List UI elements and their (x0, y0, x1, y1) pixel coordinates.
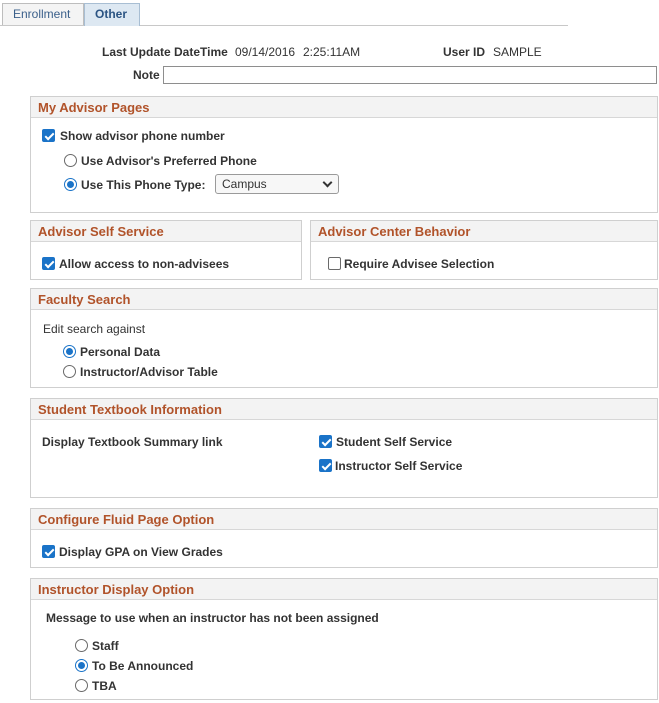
student-self-service-label: Student Self Service (336, 435, 453, 449)
phone-type-value: Campus (222, 177, 267, 191)
allow-non-advisees-label: Allow access to non-advisees (59, 257, 230, 271)
display-textbook-label: Display Textbook Summary link (42, 435, 223, 449)
phone-type-radio[interactable] (64, 178, 77, 191)
display-gpa-label: Display GPA on View Grades (59, 545, 223, 559)
tab-enrollment[interactable]: Enrollment (2, 3, 84, 25)
staff-label: Staff (92, 639, 119, 653)
allow-non-advisees-checkbox[interactable] (42, 257, 55, 270)
instructor-message-label: Message to use when an instructor has no… (46, 611, 379, 625)
phone-type-label: Use This Phone Type: (81, 178, 206, 192)
user-id-label: User ID (443, 45, 486, 59)
section-title: Student Textbook Information (31, 399, 657, 420)
tba-radio[interactable] (75, 679, 88, 692)
show-phone-label: Show advisor phone number (60, 129, 225, 143)
instructor-advisor-radio[interactable] (63, 365, 76, 378)
fluid-section: Configure Fluid Page Option (30, 508, 658, 568)
advisor-self-service-section: Advisor Self Service (30, 220, 302, 280)
staff-radio[interactable] (75, 639, 88, 652)
tba-label: TBA (92, 679, 117, 693)
note-input[interactable] (163, 66, 657, 84)
edit-search-label: Edit search against (43, 322, 146, 336)
user-id-value: SAMPLE (493, 45, 542, 59)
advisor-center-section: Advisor Center Behavior (310, 220, 658, 280)
instructor-self-service-checkbox[interactable] (319, 459, 332, 472)
section-title: Faculty Search (31, 289, 657, 310)
phone-type-select[interactable]: Campus (215, 174, 339, 194)
instructor-display-section: Instructor Display Option (30, 578, 658, 700)
note-label: Note (133, 68, 160, 82)
preferred-phone-radio[interactable] (64, 154, 77, 167)
chevron-down-icon (322, 177, 333, 188)
personal-data-label: Personal Data (80, 345, 161, 359)
personal-data-radio[interactable] (63, 345, 76, 358)
student-self-service-checkbox[interactable] (319, 435, 332, 448)
require-advisee-checkbox[interactable] (328, 257, 341, 270)
to-be-announced-radio[interactable] (75, 659, 88, 672)
display-gpa-checkbox[interactable] (42, 545, 55, 558)
last-update-date: 09/14/2016 (235, 45, 296, 59)
section-title: My Advisor Pages (31, 97, 657, 118)
tab-other[interactable]: Other (84, 3, 140, 26)
last-update-label: Last Update DateTime (102, 45, 228, 59)
instructor-self-service-label: Instructor Self Service (335, 459, 463, 473)
to-be-announced-label: To Be Announced (92, 659, 194, 673)
section-title: Instructor Display Option (31, 579, 657, 600)
show-phone-checkbox[interactable] (42, 129, 55, 142)
last-update-time: 2:25:11AM (303, 45, 361, 59)
require-advisee-label: Require Advisee Selection (344, 257, 495, 271)
section-title: Advisor Self Service (31, 221, 301, 242)
preferred-phone-label: Use Advisor's Preferred Phone (81, 154, 257, 168)
section-title: Advisor Center Behavior (311, 221, 657, 242)
instructor-advisor-label: Instructor/Advisor Table (80, 365, 218, 379)
section-title: Configure Fluid Page Option (31, 509, 657, 530)
